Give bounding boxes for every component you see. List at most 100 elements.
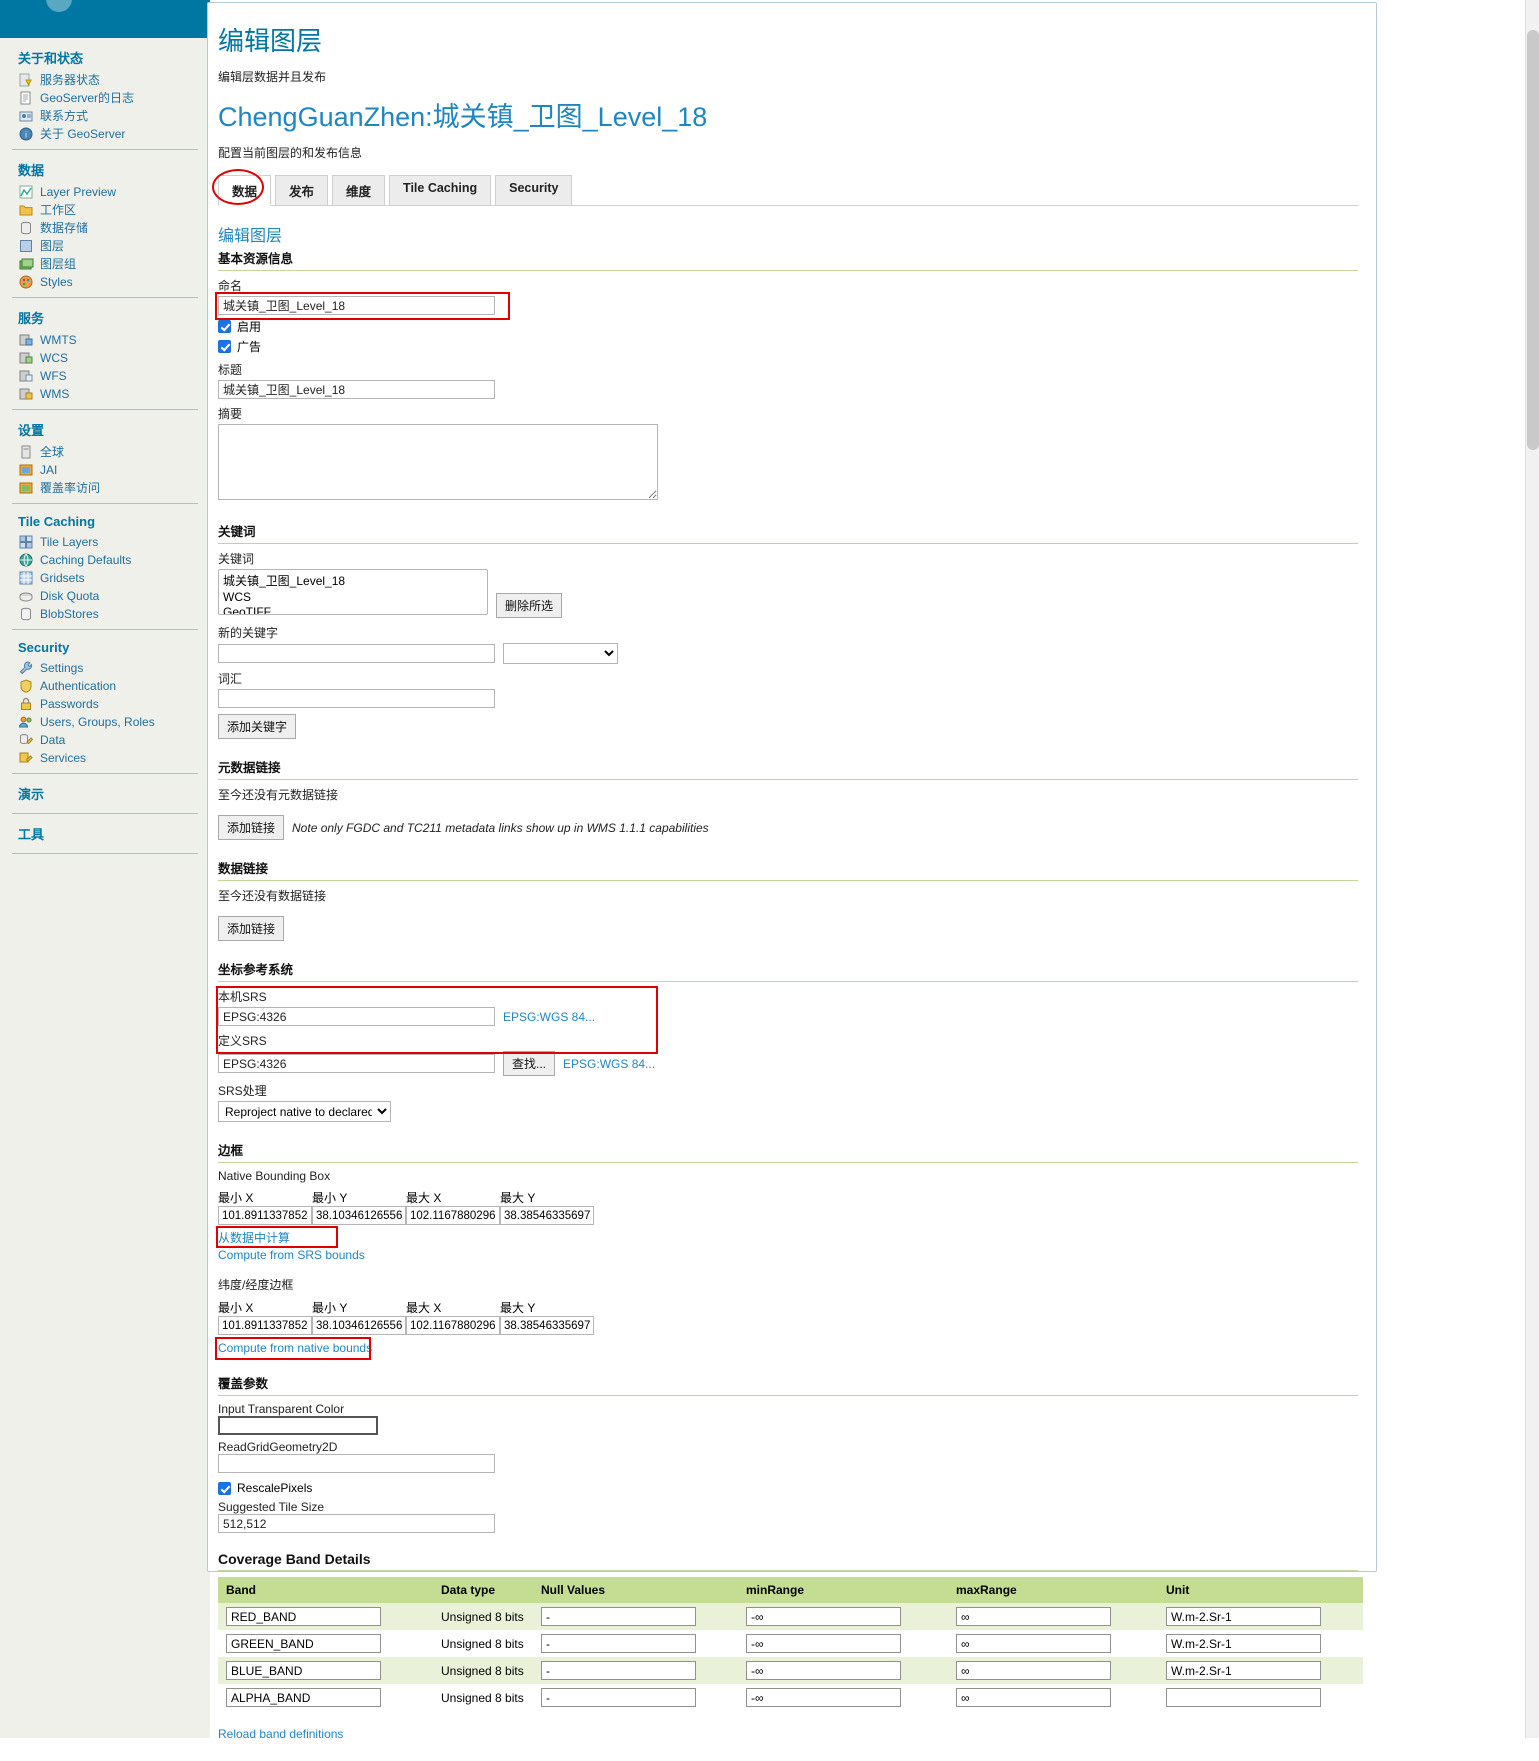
sidebar-item-blobstores[interactable]: BlobStores [10,605,200,623]
band-max-range-input[interactable] [956,1607,1111,1626]
sidebar-item-styles[interactable]: Styles [10,273,200,291]
scrollbar-thumb[interactable] [1527,30,1539,450]
sidebar-item-[interactable]: 图层组 [10,255,200,273]
band-max-range-input[interactable] [956,1634,1111,1653]
sidebar-item-settings[interactable]: Settings [10,659,200,677]
sidebar-item-authentication[interactable]: Authentication [10,677,200,695]
vocabulary-input[interactable] [218,689,495,708]
sidebar-item-caching-defaults[interactable]: Caching Defaults [10,551,200,569]
band-min-range-input[interactable] [746,1607,901,1626]
band-name-input[interactable] [226,1688,381,1707]
readgrid-geometry-input[interactable] [218,1454,495,1473]
sidebar-item-users-groups-roles[interactable]: Users, Groups, Roles [10,713,200,731]
native-srs-description-link[interactable]: EPSG:WGS 84... [503,1010,595,1024]
declared-srs-description-link[interactable]: EPSG:WGS 84... [563,1057,655,1071]
band-null-values-input[interactable] [541,1661,696,1680]
native-bbox-minx-input[interactable] [218,1206,312,1225]
native-bbox-maxx-input[interactable] [406,1206,500,1225]
sidebar-item-wms[interactable]: WMS [10,385,200,403]
sidebar-item-geoserver[interactable]: GeoServer的日志 [10,89,200,107]
srs-handling-select[interactable]: Reproject native to declared [218,1101,391,1122]
advertised-checkbox[interactable] [218,340,231,353]
band-name-input[interactable] [226,1634,381,1653]
native-bbox-maxy-input[interactable] [500,1206,594,1225]
band-unit-input-cell [1158,1630,1363,1657]
add-keyword-button[interactable]: 添加关键字 [218,714,297,739]
latlon-bbox-minx-input[interactable] [218,1316,312,1335]
latlon-bbox-maxx-input[interactable] [406,1316,500,1335]
sidebar-item-[interactable]: 工作区 [10,201,200,219]
keywords-listbox[interactable]: 城关镇_卫图_Level_18WCSGeoTIFF [218,569,488,615]
enabled-checkbox-row[interactable]: 启用 [218,318,1358,335]
band-unit-input[interactable] [1166,1661,1321,1680]
sidebar-item-gridsets[interactable]: Gridsets [10,569,200,587]
native-bbox-miny-input[interactable] [312,1206,406,1225]
band-null-values-input[interactable] [541,1688,696,1707]
band-max-range-input[interactable] [956,1688,1111,1707]
page-scrollbar[interactable] [1525,0,1539,1738]
rescale-pixels-checkbox[interactable] [218,1481,231,1495]
tab-dimension[interactable]: 维度 [332,175,386,206]
sidebar-item-geoserver[interactable]: i 关于 GeoServer [10,125,200,143]
find-srs-button[interactable]: 查找... [503,1051,556,1076]
sidebar-item-[interactable]: 图层 [10,237,200,255]
sidebar-item-[interactable]: 联系方式 [10,107,200,125]
sidebar-item-tile-layers[interactable]: Tile Layers [10,533,200,551]
edit-layer-section-link[interactable]: 编辑图层 [218,222,1358,246]
compute-from-data-link[interactable]: 从数据中计算 [218,1231,290,1245]
sidebar-item-[interactable]: 服务器状态 [10,71,200,89]
name-input[interactable] [218,296,495,315]
band-max-range-input[interactable] [956,1661,1111,1680]
tab-security[interactable]: Security [495,175,573,206]
sidebar-item-wcs[interactable]: WCS [10,349,200,367]
sidebar-item-services[interactable]: Services [10,749,200,767]
compute-from-native-bounds-link[interactable]: Compute from native bounds [218,1341,372,1355]
band-null-values-input[interactable] [541,1634,696,1653]
tab-tile-caching[interactable]: Tile Caching [389,175,492,206]
band-unit-input[interactable] [1166,1607,1321,1626]
add-metadata-link-button[interactable]: 添加链接 [218,815,285,840]
rescale-pixels-row[interactable]: RescalePixels [218,1481,1358,1495]
sidebar-item-data[interactable]: Data [10,731,200,749]
keyword-language-select[interactable] [503,643,618,664]
sidebar-item-layer-preview[interactable]: Layer Preview [10,183,200,201]
tile-size-input[interactable] [218,1514,495,1533]
band-unit-input[interactable] [1166,1634,1321,1653]
sidebar-item-passwords[interactable]: Passwords [10,695,200,713]
compute-from-srs-bounds-link[interactable]: Compute from SRS bounds [218,1248,365,1262]
band-min-range-input[interactable] [746,1688,901,1707]
sidebar-item-[interactable]: 数据存储 [10,219,200,237]
band-unit-input[interactable] [1166,1688,1321,1707]
sidebar-item-wmts[interactable]: WMTS [10,331,200,349]
native-srs-input[interactable] [218,1007,495,1026]
keyword-option[interactable]: 城关镇_卫图_Level_18 [221,572,485,590]
tab-data[interactable]: 数据 [218,175,272,206]
latlon-bbox-miny-input[interactable] [312,1316,406,1335]
keyword-option[interactable]: WCS [221,590,485,605]
abstract-textarea[interactable] [218,424,658,500]
band-name-input[interactable] [226,1661,381,1680]
svg-text:i: i [25,131,27,140]
add-data-link-button[interactable]: 添加链接 [218,916,285,941]
enabled-checkbox[interactable] [218,320,231,333]
transparent-color-input[interactable] [218,1416,378,1435]
reload-band-definitions-link[interactable]: Reload band definitions [218,1727,343,1741]
band-min-range-input[interactable] [746,1634,901,1653]
band-null-values-input[interactable] [541,1607,696,1626]
advertised-checkbox-row[interactable]: 广告 [218,338,1358,355]
declared-srs-input[interactable] [218,1054,495,1073]
sidebar-item-[interactable]: 全球 [10,443,200,461]
band-min-range-input[interactable] [746,1661,901,1680]
band-name-input[interactable] [226,1607,381,1626]
latlon-bbox-maxy-input[interactable] [500,1316,594,1335]
jai-image-icon [18,462,34,478]
keyword-option[interactable]: GeoTIFF [221,605,485,615]
sidebar-item-wfs[interactable]: WFS [10,367,200,385]
title-input[interactable] [218,380,495,399]
remove-selected-keyword-button[interactable]: 删除所选 [496,593,563,618]
sidebar-item-[interactable]: 覆盖率访问 [10,479,200,497]
sidebar-item-jai[interactable]: JAI [10,461,200,479]
tab-publish[interactable]: 发布 [275,175,329,206]
sidebar-item-disk-quota[interactable]: Disk Quota [10,587,200,605]
new-keyword-input[interactable] [218,644,495,663]
